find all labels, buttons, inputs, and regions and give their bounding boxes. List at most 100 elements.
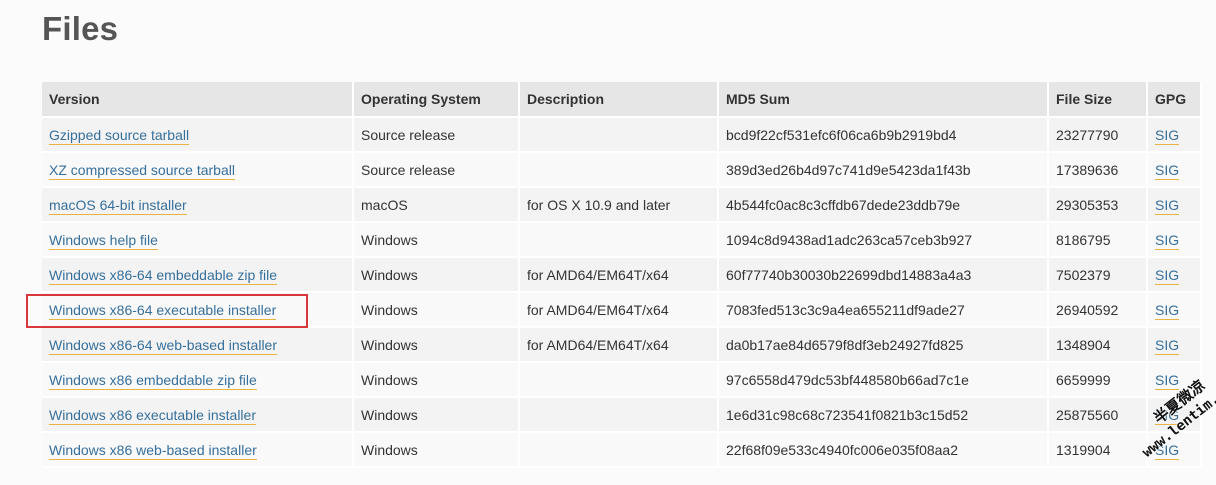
gpg-cell: SIG bbox=[1148, 293, 1202, 328]
os-cell: Windows bbox=[354, 293, 520, 328]
version-cell: Windows x86-64 executable installer bbox=[42, 293, 354, 328]
table-row: Windows x86-64 executable installer Wind… bbox=[42, 293, 1202, 328]
description-cell bbox=[520, 363, 719, 398]
sig-link[interactable]: SIG bbox=[1155, 126, 1180, 145]
version-cell: Windows x86 web-based installer bbox=[42, 433, 354, 468]
table-row: macOS 64-bit installer macOS for OS X 10… bbox=[42, 188, 1202, 223]
column-header-file-size: File Size bbox=[1049, 82, 1148, 118]
download-link[interactable]: Windows x86 web-based installer bbox=[49, 441, 257, 460]
gpg-cell: SIG bbox=[1148, 258, 1202, 293]
description-cell bbox=[520, 433, 719, 468]
os-cell: Windows bbox=[354, 398, 520, 433]
description-cell bbox=[520, 118, 719, 153]
page-title: Files bbox=[42, 10, 119, 47]
version-cell: XZ compressed source tarball bbox=[42, 153, 354, 188]
gpg-cell: SIG bbox=[1148, 188, 1202, 223]
description-cell: for OS X 10.9 and later bbox=[520, 188, 719, 223]
column-header-version: Version bbox=[42, 82, 354, 118]
download-link[interactable]: Gzipped source tarball bbox=[49, 126, 190, 145]
gpg-cell: SIG bbox=[1148, 398, 1202, 433]
download-link[interactable]: Windows x86-64 embeddable zip file bbox=[49, 266, 278, 285]
version-cell: Windows x86-64 web-based installer bbox=[42, 328, 354, 363]
sig-link[interactable]: SIG bbox=[1155, 336, 1180, 355]
md5-cell: da0b17ae84d6579f8df3eb24927fd825 bbox=[719, 328, 1049, 363]
md5-cell: 389d3ed26b4d97c741d9e5423da1f43b bbox=[719, 153, 1049, 188]
os-cell: Windows bbox=[354, 223, 520, 258]
description-cell: for AMD64/EM64T/x64 bbox=[520, 258, 719, 293]
os-cell: Windows bbox=[354, 363, 520, 398]
table-header-row: Version Operating System Description MD5… bbox=[42, 82, 1202, 118]
download-link[interactable]: macOS 64-bit installer bbox=[49, 196, 187, 215]
files-page: Files Version Operating System Descripti… bbox=[0, 0, 1216, 485]
md5-cell: 97c6558d479dc53bf448580b66ad7c1e bbox=[719, 363, 1049, 398]
version-cell: Windows x86 embeddable zip file bbox=[42, 363, 354, 398]
sig-link[interactable]: SIG bbox=[1155, 196, 1180, 215]
download-link[interactable]: Windows x86 embeddable zip file bbox=[49, 371, 257, 390]
file-size-cell: 29305353 bbox=[1049, 188, 1148, 223]
description-cell bbox=[520, 223, 719, 258]
os-cell: Windows bbox=[354, 328, 520, 363]
table-row: Gzipped source tarball Source release bc… bbox=[42, 118, 1202, 153]
download-link[interactable]: Windows help file bbox=[49, 231, 158, 250]
gpg-cell: SIG bbox=[1148, 433, 1202, 468]
os-cell: Source release bbox=[354, 118, 520, 153]
md5-cell: 60f77740b30030b22699dbd14883a4a3 bbox=[719, 258, 1049, 293]
gpg-cell: SIG bbox=[1148, 363, 1202, 398]
sig-link[interactable]: SIG bbox=[1155, 441, 1180, 460]
description-cell bbox=[520, 153, 719, 188]
file-size-cell: 7502379 bbox=[1049, 258, 1148, 293]
version-cell: Windows x86-64 embeddable zip file bbox=[42, 258, 354, 293]
column-header-operating-system: Operating System bbox=[354, 82, 520, 118]
file-size-cell: 8186795 bbox=[1049, 223, 1148, 258]
file-size-cell: 23277790 bbox=[1049, 118, 1148, 153]
files-table: Version Operating System Description MD5… bbox=[42, 82, 1202, 468]
version-cell: Windows help file bbox=[42, 223, 354, 258]
gpg-cell: SIG bbox=[1148, 153, 1202, 188]
md5-cell: bcd9f22cf531efc6f06ca6b9b2919bd4 bbox=[719, 118, 1049, 153]
file-size-cell: 25875560 bbox=[1049, 398, 1148, 433]
column-header-md5-sum: MD5 Sum bbox=[719, 82, 1049, 118]
md5-cell: 4b544fc0ac8c3cffdb67dede23ddb79e bbox=[719, 188, 1049, 223]
os-cell: Windows bbox=[354, 258, 520, 293]
gpg-cell: SIG bbox=[1148, 118, 1202, 153]
column-header-gpg: GPG bbox=[1148, 82, 1202, 118]
table-row: Windows x86 embeddable zip file Windows … bbox=[42, 363, 1202, 398]
table-row: Windows help file Windows 1094c8d9438ad1… bbox=[42, 223, 1202, 258]
file-size-cell: 6659999 bbox=[1049, 363, 1148, 398]
download-link[interactable]: Windows x86-64 executable installer bbox=[49, 301, 277, 320]
download-link[interactable]: Windows x86 executable installer bbox=[49, 406, 256, 425]
sig-link[interactable]: SIG bbox=[1155, 406, 1180, 425]
md5-cell: 22f68f09e533c4940fc006e035f08aa2 bbox=[719, 433, 1049, 468]
gpg-cell: SIG bbox=[1148, 328, 1202, 363]
file-size-cell: 26940592 bbox=[1049, 293, 1148, 328]
md5-cell: 1094c8d9438ad1adc263ca57ceb3b927 bbox=[719, 223, 1049, 258]
file-size-cell: 1348904 bbox=[1049, 328, 1148, 363]
version-cell: Gzipped source tarball bbox=[42, 118, 354, 153]
version-cell: Windows x86 executable installer bbox=[42, 398, 354, 433]
file-size-cell: 1319904 bbox=[1049, 433, 1148, 468]
sig-link[interactable]: SIG bbox=[1155, 231, 1180, 250]
os-cell: macOS bbox=[354, 188, 520, 223]
column-header-description: Description bbox=[520, 82, 719, 118]
description-cell: for AMD64/EM64T/x64 bbox=[520, 293, 719, 328]
sig-link[interactable]: SIG bbox=[1155, 161, 1180, 180]
os-cell: Source release bbox=[354, 153, 520, 188]
file-size-cell: 17389636 bbox=[1049, 153, 1148, 188]
download-link[interactable]: XZ compressed source tarball bbox=[49, 161, 235, 180]
description-cell bbox=[520, 398, 719, 433]
table-row: Windows x86 web-based installer Windows … bbox=[42, 433, 1202, 468]
version-cell: macOS 64-bit installer bbox=[42, 188, 354, 223]
table-row: Windows x86-64 embeddable zip file Windo… bbox=[42, 258, 1202, 293]
table-row: XZ compressed source tarball Source rele… bbox=[42, 153, 1202, 188]
sig-link[interactable]: SIG bbox=[1155, 266, 1180, 285]
gpg-cell: SIG bbox=[1148, 223, 1202, 258]
sig-link[interactable]: SIG bbox=[1155, 301, 1180, 320]
download-link[interactable]: Windows x86-64 web-based installer bbox=[49, 336, 277, 355]
os-cell: Windows bbox=[354, 433, 520, 468]
table-row: Windows x86-64 web-based installer Windo… bbox=[42, 328, 1202, 363]
md5-cell: 1e6d31c98c68c723541f0821b3c15d52 bbox=[719, 398, 1049, 433]
table-row: Windows x86 executable installer Windows… bbox=[42, 398, 1202, 433]
sig-link[interactable]: SIG bbox=[1155, 371, 1180, 390]
description-cell: for AMD64/EM64T/x64 bbox=[520, 328, 719, 363]
md5-cell: 7083fed513c3c9a4ea655211df9ade27 bbox=[719, 293, 1049, 328]
